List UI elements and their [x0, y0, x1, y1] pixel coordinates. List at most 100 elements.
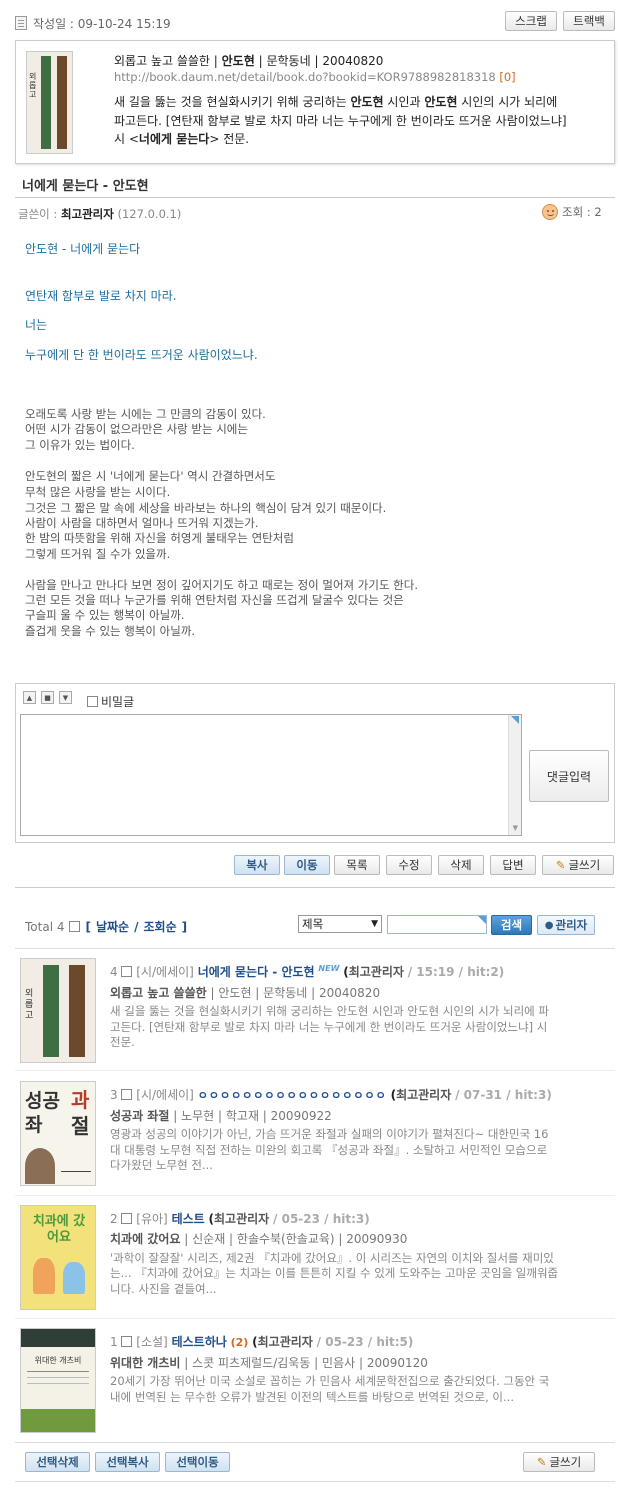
item-book-info: | 안도현 | 문학동네 | 20040820 [210, 986, 381, 1000]
date-row: 작성일 : 09-10-24 15:19 [15, 14, 171, 32]
bottom-write-button[interactable]: ✎ 글쓰기 [523, 1452, 595, 1472]
desc-text: 시인의 시가 뇌리에 [457, 95, 558, 109]
comment-submit-button[interactable]: 댓글입력 [529, 750, 609, 802]
comment-count: (2) [230, 1336, 249, 1349]
item-author[interactable]: 최고관리자 [214, 1212, 269, 1226]
sort-by-date[interactable]: 날짜순 [96, 918, 129, 935]
writer-name[interactable]: 최고관리자 [61, 207, 114, 221]
book-publisher: 문학동네 [266, 54, 311, 68]
item-desc: 니다. 사진을 곁들여... [110, 1282, 217, 1296]
edit-button[interactable]: 수정 [386, 855, 432, 875]
book-title[interactable]: 외롭고 높고 쓸쓸한 [114, 54, 210, 68]
delete-button[interactable]: 삭제 [438, 855, 484, 875]
item-number: 1 [110, 1335, 118, 1349]
item-desc: '과학이 잘잘잘' 시리즈, 제2권 『치과에 갔어요』. 이 시리즈는 자연의… [110, 1251, 554, 1265]
item-book-line: 외롭고 높고 쓸쓸한 | 안도현 | 문학동네 | 20040820 [110, 984, 380, 1001]
reset-size-button[interactable]: ■ [41, 691, 54, 704]
item-category[interactable]: [시/에세이] [136, 1088, 194, 1102]
search-field-select[interactable]: 제목 ▼ [298, 915, 382, 933]
search-input[interactable] [387, 915, 487, 934]
admin-button[interactable]: ● 관리자 [537, 915, 595, 935]
document-icon [15, 16, 27, 30]
cover-title: 과 [71, 1088, 90, 1112]
move-button[interactable]: 이동 [284, 855, 330, 875]
expand-button[interactable]: ▼ [59, 691, 72, 704]
post-title: 너에게 묻는다 - 안도현 [22, 179, 149, 194]
select-move-button[interactable]: 선택이동 [165, 1452, 230, 1472]
item-checkbox[interactable] [121, 1213, 133, 1224]
item-title[interactable]: 테스트 [172, 1212, 205, 1226]
scrap-button[interactable]: 스크랩 [505, 11, 557, 31]
item-book-title[interactable]: 성공과 좌절 [110, 1109, 169, 1123]
list-button[interactable]: 목록 [334, 855, 380, 875]
body-line: 그런 모든 것을 떠나 누군가를 위해 연탄처럼 자신을 뜨겁게 달굴수 있다는… [25, 593, 404, 607]
item-cover[interactable]: 외롭고 [20, 958, 96, 1063]
item-category[interactable]: [소설] [136, 1335, 167, 1349]
item-category[interactable]: [유아] [136, 1212, 167, 1226]
reply-button[interactable]: 답변 [490, 855, 536, 875]
item-book-info: | 신순재 | 한솔수북(한솔교육) | 20090930 [184, 1232, 408, 1246]
item-author[interactable]: 최고관리자 [258, 1335, 313, 1349]
body-line: 어떤 시가 감동이 없으라만은 사랑 받는 시에는 [25, 422, 248, 436]
item-book-title[interactable]: 위대한 개츠비 [110, 1356, 180, 1370]
select-delete-button[interactable]: 선택삭제 [25, 1452, 90, 1472]
book-date: 20040820 [322, 54, 384, 68]
item-book-title[interactable]: 치과에 갔어요 [110, 1232, 180, 1246]
smile-icon [542, 204, 558, 220]
item-desc: 대 대통령 노무현 직접 전하는 미완의 회고록 『성공과 좌절』. 소탈하고 … [110, 1143, 548, 1157]
item-meta: / 15:19 / hit:2) [407, 965, 505, 979]
date-label: 작성일 : 09-10-24 15:19 [33, 16, 171, 31]
item-cover[interactable]: 성공 과 좌 절 [20, 1081, 96, 1186]
item-header: 3 [시/에세이] ㅇㅇㅇㅇㅇㅇㅇㅇㅇㅇㅇㅇㅇㅇㅇㅇㅇ (최고관리자 / 07-… [110, 1088, 552, 1102]
copy-button[interactable]: 복사 [234, 855, 280, 875]
item-author[interactable]: 최고관리자 [349, 965, 404, 979]
new-badge: NEW [318, 964, 340, 973]
select-copy-button[interactable]: 선택복사 [95, 1452, 160, 1472]
book-cover[interactable]: 외롭고 [26, 51, 73, 154]
item-book-title[interactable]: 외롭고 높고 쓸쓸한 [110, 986, 207, 1000]
item-title[interactable]: ㅇㅇㅇㅇㅇㅇㅇㅇㅇㅇㅇㅇㅇㅇㅇㅇㅇ [198, 1089, 387, 1102]
desc-bold: 안도현 [350, 95, 384, 109]
body-line: 한 밤의 따뜻함을 위해 자신을 허영게 불태우는 연탄처럼 [25, 531, 294, 545]
book-url[interactable]: http://book.daum.net/detail/book.do?book… [114, 70, 496, 84]
search-button[interactable]: 검색 [491, 915, 532, 935]
item-checkbox[interactable] [121, 966, 133, 977]
secret-checkbox[interactable] [87, 696, 98, 707]
views-row: 조회 : 2 [542, 204, 602, 220]
cover-title: 절 [71, 1114, 90, 1138]
comment-textarea[interactable]: ▼ [20, 714, 522, 836]
item-title[interactable]: 테스트하나 [172, 1335, 227, 1349]
item-author[interactable]: 최고관리자 [396, 1088, 451, 1102]
item-meta: / 05-23 / hit:3) [273, 1212, 370, 1226]
desc-text: > 전문. [209, 132, 250, 146]
cover-title: 성공 [25, 1090, 60, 1112]
select-all-checkbox[interactable] [69, 921, 81, 932]
item-checkbox[interactable] [121, 1336, 133, 1347]
scroll-down-icon[interactable]: ▼ [513, 824, 518, 832]
secret-label: 비밀글 [101, 695, 135, 709]
book-desc-line3: 시 <너에게 묻는다> 전문. [114, 130, 249, 147]
item-title[interactable]: 너에게 묻는다 - 안도현 [198, 965, 315, 979]
item-desc: 새 길을 뚫는 것을 현실화시키기 위해 궁리하는 안도현 시인과 안도현 시인… [110, 1004, 549, 1018]
item-number: 3 [110, 1088, 118, 1102]
cover-title: 치과에 갔어요 [32, 1214, 86, 1245]
total-count: Total 4 [25, 919, 65, 934]
item-category[interactable]: [시/에세이] [136, 965, 194, 979]
desc-bold: 너에게 묻는다 [138, 132, 210, 146]
search-field-value: 제목 [302, 917, 324, 931]
item-cover[interactable]: 위대한 개츠비 [20, 1328, 96, 1433]
item-book-line: 치과에 갔어요 | 신순재 | 한솔수북(한솔교육) | 20090930 [110, 1230, 407, 1247]
trackback-button[interactable]: 트랙백 [563, 11, 615, 31]
poem-line: 너는 [25, 318, 48, 332]
sort-by-views[interactable]: 조회순 [143, 918, 176, 935]
write-button[interactable]: ✎ 글쓰기 [542, 855, 614, 875]
desc-text: 새 길을 뚫는 것을 현실화시키기 위해 궁리하는 [114, 95, 351, 109]
item-book-info: | 스콧 피츠제럴드/김욱동 | 민음사 | 20090120 [184, 1356, 428, 1370]
item-cover[interactable]: 치과에 갔어요 [20, 1205, 96, 1310]
item-book-info: | 노무현 | 학고재 | 20090922 [173, 1109, 332, 1123]
desc-text: 시 < [114, 132, 139, 146]
item-checkbox[interactable] [121, 1089, 133, 1100]
writer-ip: (127.0.0.1) [117, 207, 182, 221]
poem-line: 누구에게 단 한 번이라도 뜨거운 사람이었느냐. [25, 348, 258, 362]
shrink-button[interactable]: ▲ [23, 691, 36, 704]
